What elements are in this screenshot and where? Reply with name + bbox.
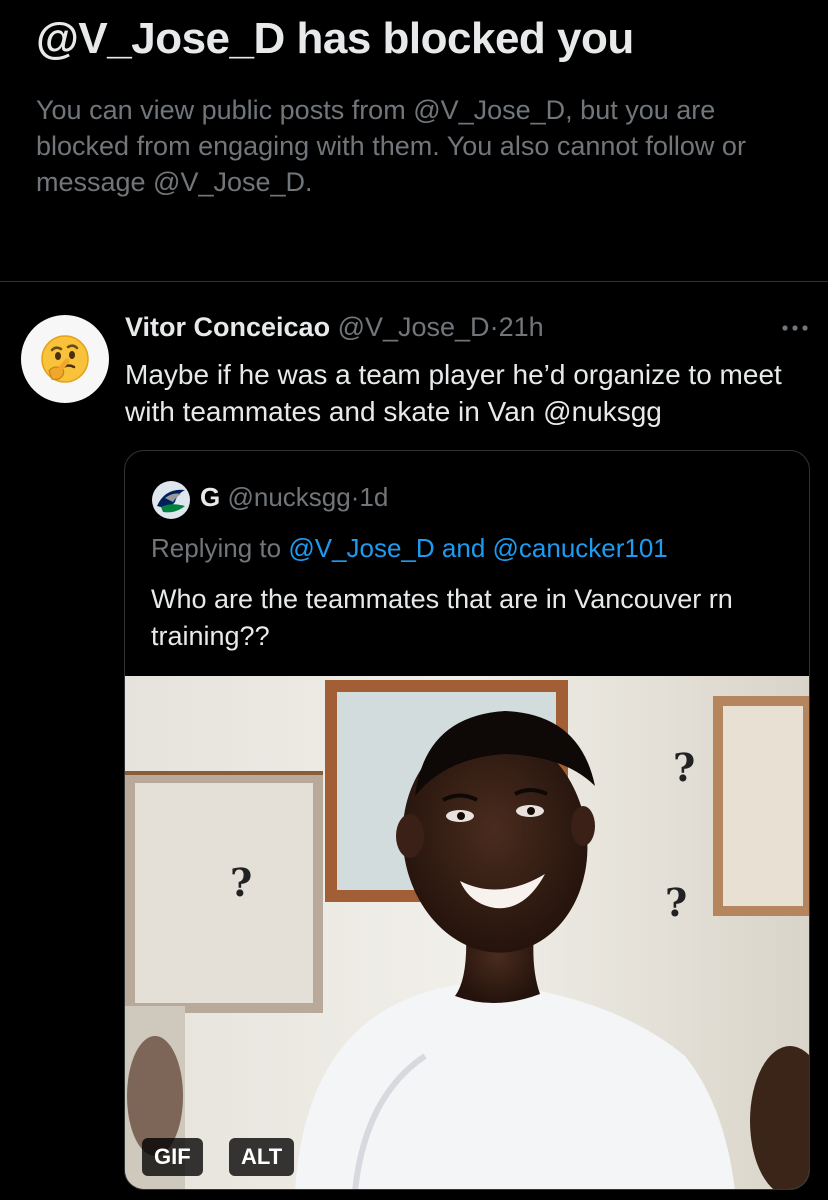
blocked-title: @V_Jose_D has blocked you xyxy=(36,14,634,63)
quote-author-handle[interactable]: @nucksgg xyxy=(227,482,350,512)
replying-prefix: Replying to xyxy=(151,533,289,563)
post-time[interactable]: 21h xyxy=(499,312,544,342)
mention-link[interactable]: @canucker101 xyxy=(493,533,668,563)
gif-media[interactable]: ? ? ? xyxy=(125,676,809,1189)
quoted-post[interactable]: G @nucksgg·1d Replying to @V_Jose_D and … xyxy=(124,450,810,1190)
question-mark: ? xyxy=(230,860,252,905)
replying-to: Replying to @V_Jose_D and @canucker101 xyxy=(151,533,668,564)
post-text: Maybe if he was a team player he’d organ… xyxy=(125,359,782,427)
question-mark: ? xyxy=(665,880,687,925)
question-mark: ? xyxy=(673,745,695,790)
post-header: Vitor Conceicao @V_Jose_D·21h xyxy=(125,312,544,348)
quote-time: 1d xyxy=(359,482,389,512)
avatar[interactable] xyxy=(21,315,109,403)
mention-link[interactable]: @V_Jose_D xyxy=(288,533,434,563)
quote-author-name[interactable]: G xyxy=(200,482,220,512)
more-options-button[interactable] xyxy=(777,316,813,340)
thinking-face-icon xyxy=(41,335,89,383)
author-name[interactable]: Vitor Conceicao xyxy=(125,312,330,342)
gif-badge: GIF xyxy=(142,1138,203,1176)
quote-text: Who are the teammates that are in Vancou… xyxy=(151,584,733,651)
team-logo-icon xyxy=(152,481,190,519)
alt-text-button[interactable]: ALT xyxy=(229,1138,295,1176)
quote-header: G @nucksgg·1d xyxy=(200,482,388,513)
blocked-notice: @V_Jose_D has blocked you You can view p… xyxy=(0,0,828,280)
gif-image: ? ? ? xyxy=(125,676,809,1189)
divider xyxy=(0,281,828,282)
separator-dot: · xyxy=(489,312,499,342)
replying-and: and xyxy=(434,533,493,563)
quote-avatar[interactable] xyxy=(151,480,191,520)
blocked-description: You can view public posts from @V_Jose_D… xyxy=(36,95,746,197)
author-handle[interactable]: @V_Jose_D xyxy=(338,312,490,342)
more-horizontal-icon xyxy=(782,325,808,331)
